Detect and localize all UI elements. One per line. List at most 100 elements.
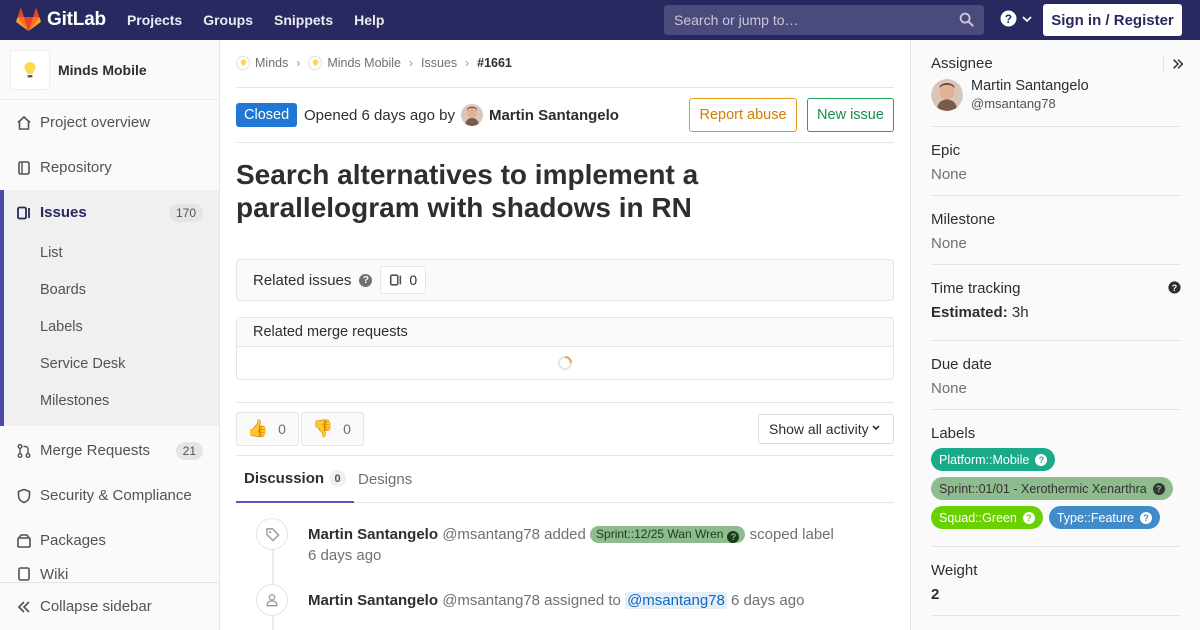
note-author[interactable]: Martin Santangelo [308,526,438,543]
related-mr-header: Related merge requests [237,318,893,347]
related-issues-label: Related issues [253,271,352,289]
nav-snippets[interactable]: Snippets [274,12,333,28]
milestone-value: None [931,235,967,252]
breadcrumb-group[interactable]: Minds [236,56,288,70]
estimated-row: Estimated: 3h [931,304,1181,321]
search-icon[interactable] [959,12,974,27]
gitlab-logo[interactable]: GitLab [16,0,106,40]
note-suffix: scoped label [749,526,834,543]
sidebar-item-label: Repository [40,159,112,176]
note-time[interactable]: 6 days ago [731,592,804,609]
sidebar-subitem-boards[interactable]: Boards [40,282,86,298]
divider [931,126,1181,127]
issue-tabs: Discussion 0 Designs [236,455,894,503]
sidebar-subitem-milestones[interactable]: Milestones [40,393,109,409]
chevron-right-icon: › [465,56,470,70]
sidebar-subitem-labels[interactable]: Labels [40,319,83,335]
help-dropdown[interactable]: ? [1000,10,1033,27]
note-action: added [544,526,586,543]
sidebar-item-issues[interactable]: Issues 170 [0,190,219,235]
new-issue-button[interactable]: New issue [807,98,894,132]
thumbs-up-count: 0 [278,421,286,437]
thumbs-down-count: 0 [343,421,351,437]
milestone-title: Milestone [931,211,996,228]
label-squad-green[interactable]: Squad::Green ? [931,506,1043,529]
sidebar-item-merge-requests[interactable]: Merge Requests 21 [0,428,219,473]
brand-name: GitLab [47,9,106,30]
assignee-row[interactable]: Martin Santangelo @msantang78 [931,78,1181,111]
breadcrumb-issues[interactable]: Issues [421,56,457,70]
note-handle[interactable]: @msantang78 [442,592,540,609]
activity-filter-dropdown[interactable]: Show all activity [758,414,894,444]
due-date-title: Due date [931,356,992,373]
lightbulb-icon [236,56,250,70]
note-time[interactable]: 6 days ago [308,547,381,564]
report-abuse-button[interactable]: Report abuse [689,98,797,132]
milestone-block: Milestone None [931,211,1181,252]
question-circle-icon: ? [1035,453,1048,466]
tag-icon [256,518,288,550]
question-circle-icon[interactable]: ? [1168,281,1181,294]
epic-value: None [931,166,967,183]
issues-count-badge: 170 [168,203,203,222]
breadcrumb-current[interactable]: #1661 [477,56,512,70]
user-icon [256,584,288,616]
label-type-feature[interactable]: Type::Feature ? [1048,506,1160,529]
note-author[interactable]: Martin Santangelo [308,592,438,609]
nav-projects[interactable]: Projects [127,12,182,28]
collapse-sidebar-button[interactable]: Collapse sidebar [0,582,219,630]
project-name: Minds Mobile [58,61,147,78]
label-platform-mobile[interactable]: Platform::Mobile ? [931,448,1056,471]
sidebar-item-wiki[interactable]: Wiki [0,563,219,582]
sidebar-subitem-list[interactable]: List [40,245,63,261]
divider [931,546,1181,547]
divider [1163,56,1164,72]
question-circle-icon: ? [1152,482,1165,495]
estimated-value: 3h [1011,304,1029,321]
question-circle-icon: ? [1022,511,1035,524]
svg-text:?: ? [1172,283,1177,293]
nav-links: Projects Groups Snippets Help [127,0,406,40]
opened-text: Opened 6 days ago by [304,106,455,124]
breadcrumb: Minds › Minds Mobile › Issues › #1661 [236,56,512,70]
sidebar-item-repository[interactable]: Repository [0,145,219,190]
double-chevron-right-icon[interactable] [1171,57,1185,71]
assignee-title: Assignee [931,55,993,72]
label-text: Type::Feature [1056,510,1134,525]
labels-title: Labels [931,425,976,442]
breadcrumb-project[interactable]: Minds Mobile [308,56,401,70]
issues-icon [16,205,32,221]
home-icon [16,115,32,131]
thumbs-up-button[interactable]: 👍 0 [236,412,299,446]
label-sprint[interactable]: Sprint::01/01 - Xerothermic Xenarthra ? [931,477,1173,500]
question-circle-icon: ? [1139,511,1152,524]
lightbulb-icon [24,61,36,77]
sidebar-item-project-overview[interactable]: Project overview [0,100,219,145]
sidebar-item-label: Packages [40,532,106,549]
author-name[interactable]: Martin Santangelo [489,107,619,124]
sign-in-button[interactable]: Sign in / Register [1043,4,1182,36]
labels-list: Platform::Mobile ? Sprint::01/01 - Xerot… [931,448,1186,535]
note-handle[interactable]: @msantang78 [442,526,540,543]
question-circle-icon[interactable]: ? [359,273,373,287]
nav-help[interactable]: Help [354,12,384,28]
thumbs-down-icon: 👎 [312,419,334,438]
assignee-name: Martin Santangelo [971,78,1089,94]
related-mr-label: Related merge requests [253,324,408,340]
search-input[interactable] [674,12,944,28]
shield-icon [16,488,32,504]
user-mention[interactable]: @msantang78 [625,592,727,609]
tab-designs[interactable]: Designs [358,456,412,503]
sidebar-item-label: Project overview [40,114,151,131]
scoped-label-badge[interactable]: Sprint::12/25 Wan Wren? [590,526,746,543]
merge-requests-count-badge: 21 [175,441,203,460]
sidebar-subitem-service-desk[interactable]: Service Desk [40,356,125,372]
author-avatar[interactable] [460,104,483,126]
tab-discussion[interactable]: Discussion 0 [236,456,355,503]
project-header[interactable]: Minds Mobile [0,40,219,100]
nav-groups[interactable]: Groups [203,12,253,28]
sidebar-item-packages[interactable]: Packages [0,518,219,563]
sidebar-item-security[interactable]: Security & Compliance [0,473,219,518]
thumbs-down-button[interactable]: 👎 0 [301,412,364,446]
related-issues-count-value: 0 [409,272,418,288]
